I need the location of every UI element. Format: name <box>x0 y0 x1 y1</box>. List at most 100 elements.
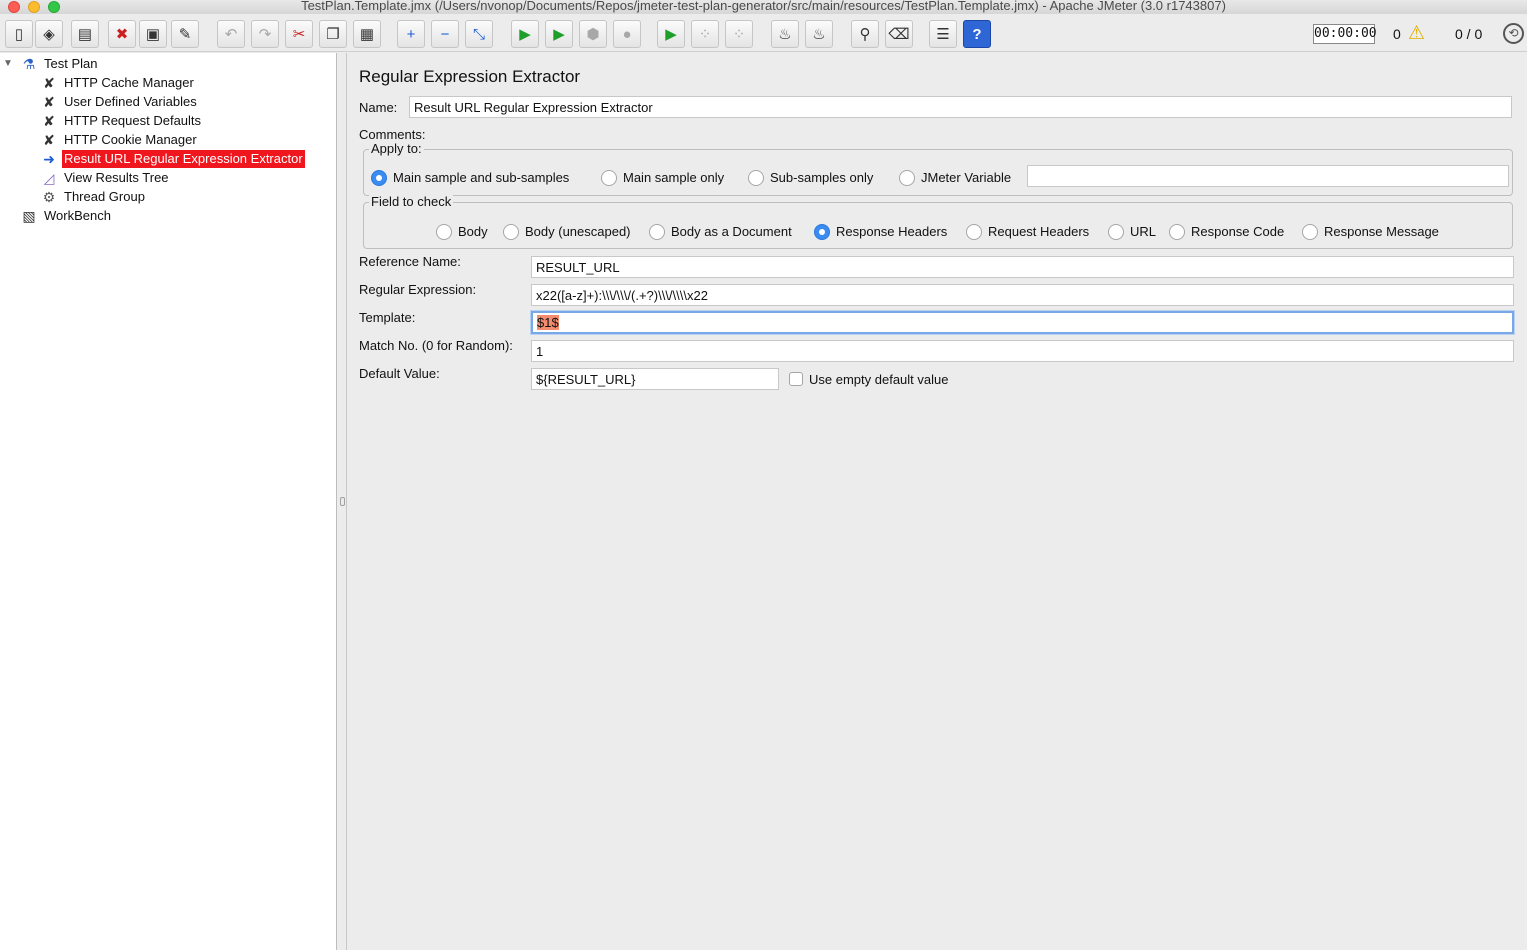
warning-icon[interactable]: ⚠ <box>1408 22 1425 45</box>
tree-node-label: HTTP Request Defaults <box>64 113 202 128</box>
tools-icon: ✘ <box>43 132 55 148</box>
elapsed-timer: 00:00:00 <box>1313 24 1377 44</box>
cut-button[interactable]: ✂ <box>285 20 313 48</box>
save-button[interactable]: ▣ <box>139 20 167 48</box>
graph-icon: ◿ <box>43 170 55 186</box>
use-empty-default-label[interactable]: Use empty default value <box>809 372 948 387</box>
toggle-button[interactable]: ⤡ <box>465 20 493 48</box>
save-as-icon: ✎ <box>178 25 192 43</box>
start-icon: ▶ <box>519 25 531 43</box>
remote-status-icon: ⟲ <box>1503 23 1524 44</box>
apply-to-title: Apply to: <box>369 141 424 156</box>
use-empty-default-checkbox[interactable] <box>789 372 803 386</box>
function-helper-icon: ☰ <box>936 25 950 43</box>
flask-icon: ⚗ <box>22 56 36 72</box>
start-no-pauses-button[interactable]: ▶ <box>545 20 573 48</box>
tree-node-label: View Results Tree <box>64 170 169 185</box>
stop-button[interactable]: ⬢ <box>579 20 607 48</box>
pane-splitter[interactable] <box>338 53 347 950</box>
toolbar: ▯ ◈ ▤ ✖ ▣ ✎ ↶ ↷ ✂ ❐ ▦ + − ⤡ ▶ ▶ ⬢ ● ▶ ⁘ ⁘ ♨ ♨ ⚲ ⌫ ☰? <box>0 14 1527 52</box>
stop-icon: ⬢ <box>586 25 600 43</box>
clear-all-button[interactable]: ♨ <box>805 20 833 48</box>
copy-button[interactable]: ❐ <box>319 20 347 48</box>
new-icon: ▯ <box>14 25 24 43</box>
search-icon: ⚲ <box>859 25 871 43</box>
tree-node-label: Test Plan <box>44 56 98 71</box>
tools-icon: ✘ <box>43 113 55 129</box>
tools-icon: ✘ <box>43 94 55 110</box>
remote-shutdown-button[interactable]: ⁘ <box>725 20 753 48</box>
remote-start-icon: ▶ <box>665 25 677 43</box>
remote-shutdown-icon: ⁘ <box>732 25 746 43</box>
toggle-icon: ⤡ <box>472 25 485 43</box>
shutdown-icon: ● <box>622 25 632 43</box>
splitter-handle-icon[interactable] <box>340 497 345 506</box>
extractor-icon: ➜ <box>43 151 55 167</box>
redo-icon: ↷ <box>258 25 272 43</box>
apply-to-group: Apply to: Main sample and sub-samples Ma… <box>363 141 1513 196</box>
new-button[interactable]: ▯ <box>5 20 33 48</box>
shutdown-button[interactable]: ● <box>613 20 641 48</box>
templates-icon: ◈ <box>43 25 55 43</box>
close-button[interactable]: ✖ <box>108 20 136 48</box>
tree-node-label: User Defined Variables <box>64 94 197 109</box>
reset-search-button[interactable]: ⌫ <box>885 20 913 48</box>
window-titlebar: TestPlan.Template.jmx (/Users/nvonop/Doc… <box>0 0 1527 14</box>
start-button[interactable]: ▶ <box>511 20 539 48</box>
tree-node-label: Result URL Regular Expression Extractor <box>62 150 305 168</box>
reset-search-icon: ⌫ <box>888 25 910 43</box>
reference-name-label: Reference Name: <box>359 254 461 269</box>
jmeter-variable-input[interactable] <box>1027 165 1509 187</box>
match-no-input[interactable] <box>531 340 1514 362</box>
open-icon: ▤ <box>77 25 93 43</box>
page-title: Regular Expression Extractor <box>359 67 581 86</box>
active-threads: 0 / 0 <box>1455 26 1483 42</box>
field-to-check-group: Field to check Body Body (unescaped) Bod… <box>363 194 1513 249</box>
undo-icon: ↶ <box>224 25 238 43</box>
help-button[interactable]: ? <box>963 20 991 48</box>
function-helper-button[interactable]: ☰ <box>929 20 957 48</box>
tree-node-label: HTTP Cache Manager <box>64 75 194 90</box>
paste-button[interactable]: ▦ <box>353 20 381 48</box>
tree-node-label: HTTP Cookie Manager <box>64 132 197 147</box>
copy-icon: ❐ <box>326 25 340 43</box>
default-value-input[interactable] <box>531 368 779 390</box>
expand-button[interactable]: + <box>397 20 425 48</box>
expand-arrow-icon[interactable]: ▼ <box>3 58 13 69</box>
reference-name-input[interactable] <box>531 256 1514 278</box>
tree-node-label: WorkBench <box>44 208 111 223</box>
redo-button[interactable]: ↷ <box>251 20 279 48</box>
remote-stop-button[interactable]: ⁘ <box>691 20 719 48</box>
collapse-button[interactable]: − <box>431 20 459 48</box>
regex-label: Regular Expression: <box>359 282 477 297</box>
gear-icon: ⚙ <box>42 189 56 205</box>
name-input[interactable] <box>409 96 1512 118</box>
clear-all-icon: ♨ <box>812 25 826 43</box>
cut-icon: ✂ <box>292 25 306 43</box>
undo-button[interactable]: ↶ <box>217 20 245 48</box>
save-as-button[interactable]: ✎ <box>171 20 199 48</box>
default-value-label: Default Value: <box>359 366 440 381</box>
templates-button[interactable]: ◈ <box>35 20 63 48</box>
search-button[interactable]: ⚲ <box>851 20 879 48</box>
tree-node-label: Thread Group <box>64 189 145 204</box>
open-button[interactable]: ▤ <box>71 20 99 48</box>
close-icon: ✖ <box>115 25 129 43</box>
paste-icon: ▦ <box>359 25 375 43</box>
template-selected-text: $1$ <box>537 315 559 330</box>
expand-icon: + <box>406 25 416 43</box>
match-no-label: Match No. (0 for Random): <box>359 338 513 353</box>
window-title: TestPlan.Template.jmx (/Users/nvonop/Doc… <box>301 0 1226 13</box>
workbench-icon: ▧ <box>22 208 36 224</box>
template-input[interactable]: $1$ <box>531 311 1514 334</box>
element-editor: Regular Expression Extractor Name: Comme… <box>348 53 1527 950</box>
clear-icon: ♨ <box>778 25 792 43</box>
help-icon: ? <box>972 25 982 43</box>
warning-count: 0 <box>1393 26 1401 42</box>
remote-start-button[interactable]: ▶ <box>657 20 685 48</box>
save-icon: ▣ <box>145 25 161 43</box>
start-no-pauses-icon: ▶ <box>553 25 565 43</box>
clear-button[interactable]: ♨ <box>771 20 799 48</box>
template-label: Template: <box>359 310 416 325</box>
regex-input[interactable] <box>531 284 1514 306</box>
